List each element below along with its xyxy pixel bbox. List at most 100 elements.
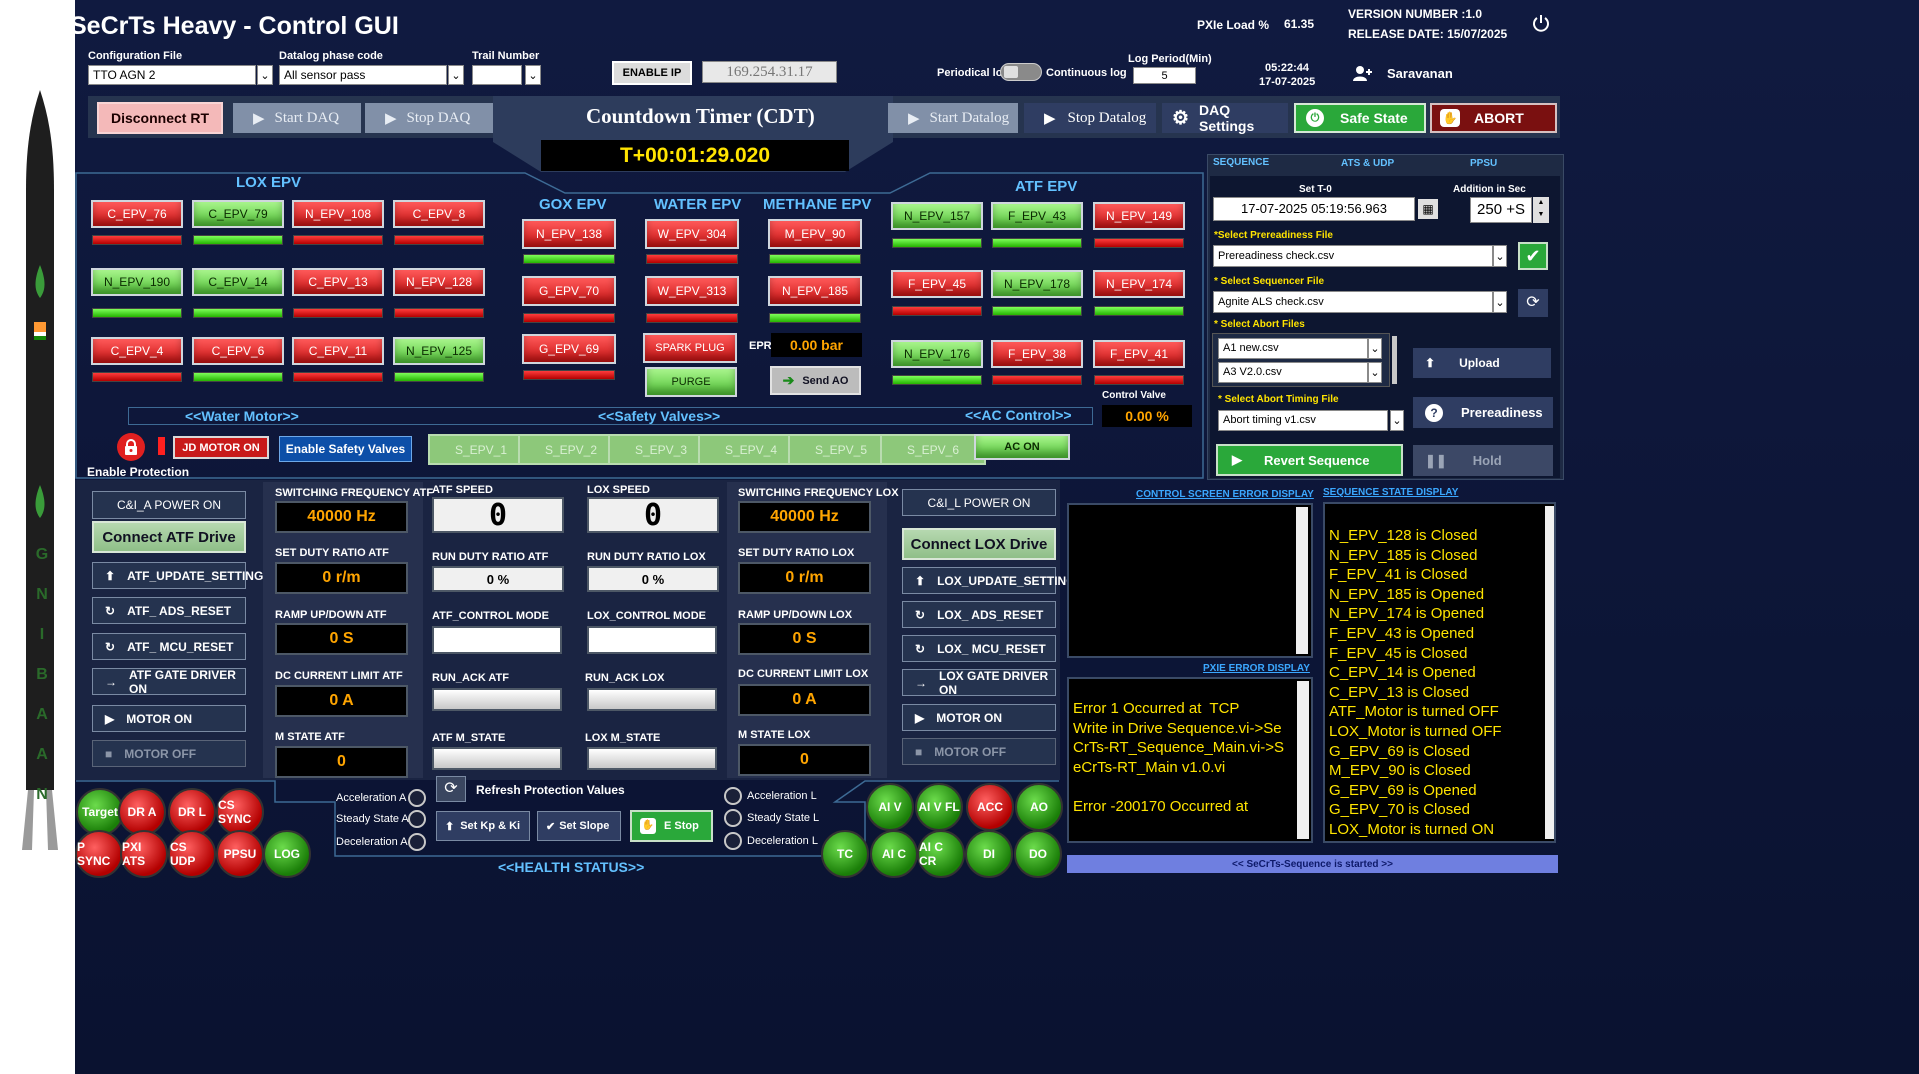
abort-file-2[interactable]: A3 V2.0.csv [1218, 362, 1368, 383]
lox-motor-on-button[interactable]: ▶ MOTOR ON [902, 704, 1056, 731]
epv-button-c-epv-76[interactable]: C_EPV_76 [91, 200, 183, 228]
chevron-down-icon[interactable]: ⌄ [1493, 291, 1507, 313]
abort-timing-select[interactable]: Abort timing v1.csv [1218, 410, 1388, 431]
log-mode-toggle[interactable] [1000, 63, 1042, 81]
epv-button-c-epv-13[interactable]: C_EPV_13 [292, 268, 384, 296]
ip-address-field[interactable]: 169.254.31.17 [702, 61, 837, 83]
prereadiness-file-select[interactable]: Prereadiness check.csv [1213, 245, 1493, 267]
epv-button-n-epv-149[interactable]: N_EPV_149 [1093, 202, 1185, 230]
stop-datalog-button[interactable]: ▶ Stop Datalog [1024, 103, 1156, 133]
upload-button[interactable]: ⬆ Upload [1413, 348, 1551, 378]
atf-mcu-reset-button[interactable]: ↻ ATF_ MCU_RESET [92, 633, 246, 660]
epv-button-n-epv-138[interactable]: N_EPV_138 [522, 219, 616, 249]
check-icon[interactable]: ✔ [1518, 242, 1548, 270]
epv-button-f-epv-38[interactable]: F_EPV_38 [991, 340, 1083, 368]
log-period-field[interactable]: 5 [1133, 67, 1196, 84]
datalog-phase-select[interactable]: All sensor pass [279, 65, 447, 85]
chevron-down-icon[interactable]: ⌄ [257, 65, 273, 85]
epv-button-n-epv-125[interactable]: N_EPV_125 [393, 337, 485, 365]
send-ao-button[interactable]: ➔ Send AO [770, 366, 861, 395]
epv-button-n-epv-157[interactable]: N_EPV_157 [891, 202, 983, 230]
epv-button-n-epv-176[interactable]: N_EPV_176 [891, 340, 983, 368]
tab-sequence[interactable]: SEQUENCE [1213, 157, 1269, 168]
prereadiness-button[interactable]: ? Prereadiness [1413, 397, 1553, 428]
enable-safety-valves-button[interactable]: Enable Safety Valves [279, 436, 412, 462]
control-error-scrollbar[interactable] [1296, 507, 1308, 654]
lox-motor-off-button[interactable]: ■ MOTOR OFF [902, 738, 1056, 765]
epv-button-c-epv-11[interactable]: C_EPV_11 [292, 337, 384, 365]
ci-a-power-button[interactable]: C&I_A POWER ON [92, 491, 246, 519]
lox-update-settings-button[interactable]: ⬆ LOX_UPDATE_SETTINGS [902, 567, 1084, 594]
disconnect-rt-button[interactable]: Disconnect RT [97, 102, 223, 134]
epv-button-f-epv-43[interactable]: F_EPV_43 [991, 202, 1083, 230]
ci-l-power-button[interactable]: C&I_L POWER ON [902, 489, 1056, 516]
epv-button-f-epv-41[interactable]: F_EPV_41 [1093, 340, 1185, 368]
epv-button-w-epv-313[interactable]: W_EPV_313 [645, 276, 739, 306]
epv-button-c-epv-4[interactable]: C_EPV_4 [91, 337, 183, 365]
chevron-down-icon[interactable]: ⌄ [1493, 245, 1507, 267]
purge-button[interactable]: PURGE [645, 367, 737, 397]
set-t0-field[interactable]: 17-07-2025 05:19:56.963 [1213, 197, 1415, 221]
power-icon[interactable] [1532, 14, 1550, 32]
sequencer-file-select[interactable]: Agnite ALS check.csv [1213, 291, 1493, 313]
refresh-icon[interactable]: ⟳ [1518, 289, 1548, 317]
safe-state-button[interactable]: ⏻ Safe State [1294, 103, 1426, 133]
tab-ats-udp[interactable]: ATS & UDP [1341, 158, 1394, 169]
start-daq-button[interactable]: ▶ Start DAQ [233, 103, 361, 133]
safety-valve-5-button[interactable]: S_EPV_5 [788, 434, 894, 465]
chevron-down-icon[interactable]: ⌄ [448, 65, 464, 85]
epv-button-n-epv-190[interactable]: N_EPV_190 [91, 268, 183, 296]
epv-button-n-epv-128[interactable]: N_EPV_128 [393, 268, 485, 296]
config-file-select[interactable]: TTO AGN 2 [88, 65, 256, 85]
addition-field[interactable]: 250 +S [1470, 197, 1532, 223]
epv-button-n-epv-185[interactable]: N_EPV_185 [768, 276, 862, 306]
trail-number-select[interactable] [472, 65, 522, 85]
chevron-down-icon[interactable]: ⌄ [1368, 362, 1382, 383]
connect-lox-drive-button[interactable]: Connect LOX Drive [902, 528, 1056, 560]
epv-button-m-epv-90[interactable]: M_EPV_90 [768, 219, 862, 249]
epv-button-g-epv-70[interactable]: G_EPV_70 [522, 276, 616, 306]
abort-button[interactable]: ✋ ABORT [1430, 103, 1557, 133]
connect-atf-drive-button[interactable]: Connect ATF Drive [92, 521, 246, 553]
atf-gate-driver-button[interactable]: → ATF GATE DRIVER ON [92, 668, 246, 696]
safety-valve-6-button[interactable]: S_EPV_6 [880, 434, 986, 465]
atf-update-settings-button[interactable]: ⬆ ATF_UPDATE_SETTINGS [92, 562, 271, 589]
lock-icon[interactable] [117, 433, 145, 461]
hold-button[interactable]: ❚❚ Hold [1413, 445, 1553, 476]
epv-button-n-epv-174[interactable]: N_EPV_174 [1093, 270, 1185, 298]
epv-button-c-epv-14[interactable]: C_EPV_14 [192, 268, 284, 296]
ac-on-button[interactable]: AC ON [974, 434, 1070, 460]
tab-ppsu[interactable]: PPSU [1470, 158, 1497, 169]
jd-motor-button[interactable]: JD MOTOR ON [173, 436, 269, 459]
chevron-down-icon[interactable]: ⌄ [1390, 410, 1404, 431]
stepper-icon[interactable]: ▲ ▼ [1533, 197, 1549, 223]
stop-daq-button[interactable]: ▶ Stop DAQ [365, 103, 493, 133]
atf-motor-on-button[interactable]: ▶ MOTOR ON [92, 705, 246, 732]
atf-sw-freq-label: SWITCHING FREQUENCY ATF [275, 487, 434, 499]
atf-ads-reset-button[interactable]: ↻ ATF_ ADS_RESET [92, 597, 246, 624]
atf-motor-off-button[interactable]: ■ MOTOR OFF [92, 740, 246, 767]
sequence-state-scrollbar[interactable] [1545, 506, 1554, 839]
spark-plug-button[interactable]: SPARK PLUG [643, 333, 737, 363]
daq-settings-button[interactable]: ⚙ DAQ Settings [1162, 102, 1288, 134]
calendar-icon[interactable]: ▦ [1418, 199, 1438, 219]
epv-button-n-epv-108[interactable]: N_EPV_108 [292, 200, 384, 228]
chevron-down-icon[interactable]: ⌄ [1368, 338, 1382, 359]
revert-sequence-button[interactable]: ▶ Revert Sequence [1216, 444, 1403, 476]
lox-gate-driver-button[interactable]: → LOX GATE DRIVER ON [902, 669, 1056, 697]
epv-button-c-epv-8[interactable]: C_EPV_8 [393, 200, 485, 228]
epv-button-c-epv-6[interactable]: C_EPV_6 [192, 337, 284, 365]
enable-ip-button[interactable]: ENABLE IP [612, 61, 692, 85]
epv-button-f-epv-45[interactable]: F_EPV_45 [891, 270, 983, 298]
abort-file-1[interactable]: A1 new.csv [1218, 338, 1368, 359]
epv-button-n-epv-178[interactable]: N_EPV_178 [991, 270, 1083, 298]
abort-list-scrollbar[interactable] [1392, 336, 1397, 384]
pxie-error-scrollbar[interactable] [1297, 681, 1309, 839]
lox-mcu-reset-button[interactable]: ↻ LOX_ MCU_RESET [902, 635, 1056, 662]
epv-button-c-epv-79[interactable]: C_EPV_79 [192, 200, 284, 228]
epv-button-g-epv-69[interactable]: G_EPV_69 [522, 334, 616, 364]
lox-ads-reset-button[interactable]: ↻ LOX_ ADS_RESET [902, 601, 1056, 628]
epv-button-w-epv-304[interactable]: W_EPV_304 [645, 219, 739, 249]
start-datalog-button[interactable]: ▶ Start Datalog [888, 103, 1018, 133]
chevron-down-icon[interactable]: ⌄ [525, 65, 541, 85]
